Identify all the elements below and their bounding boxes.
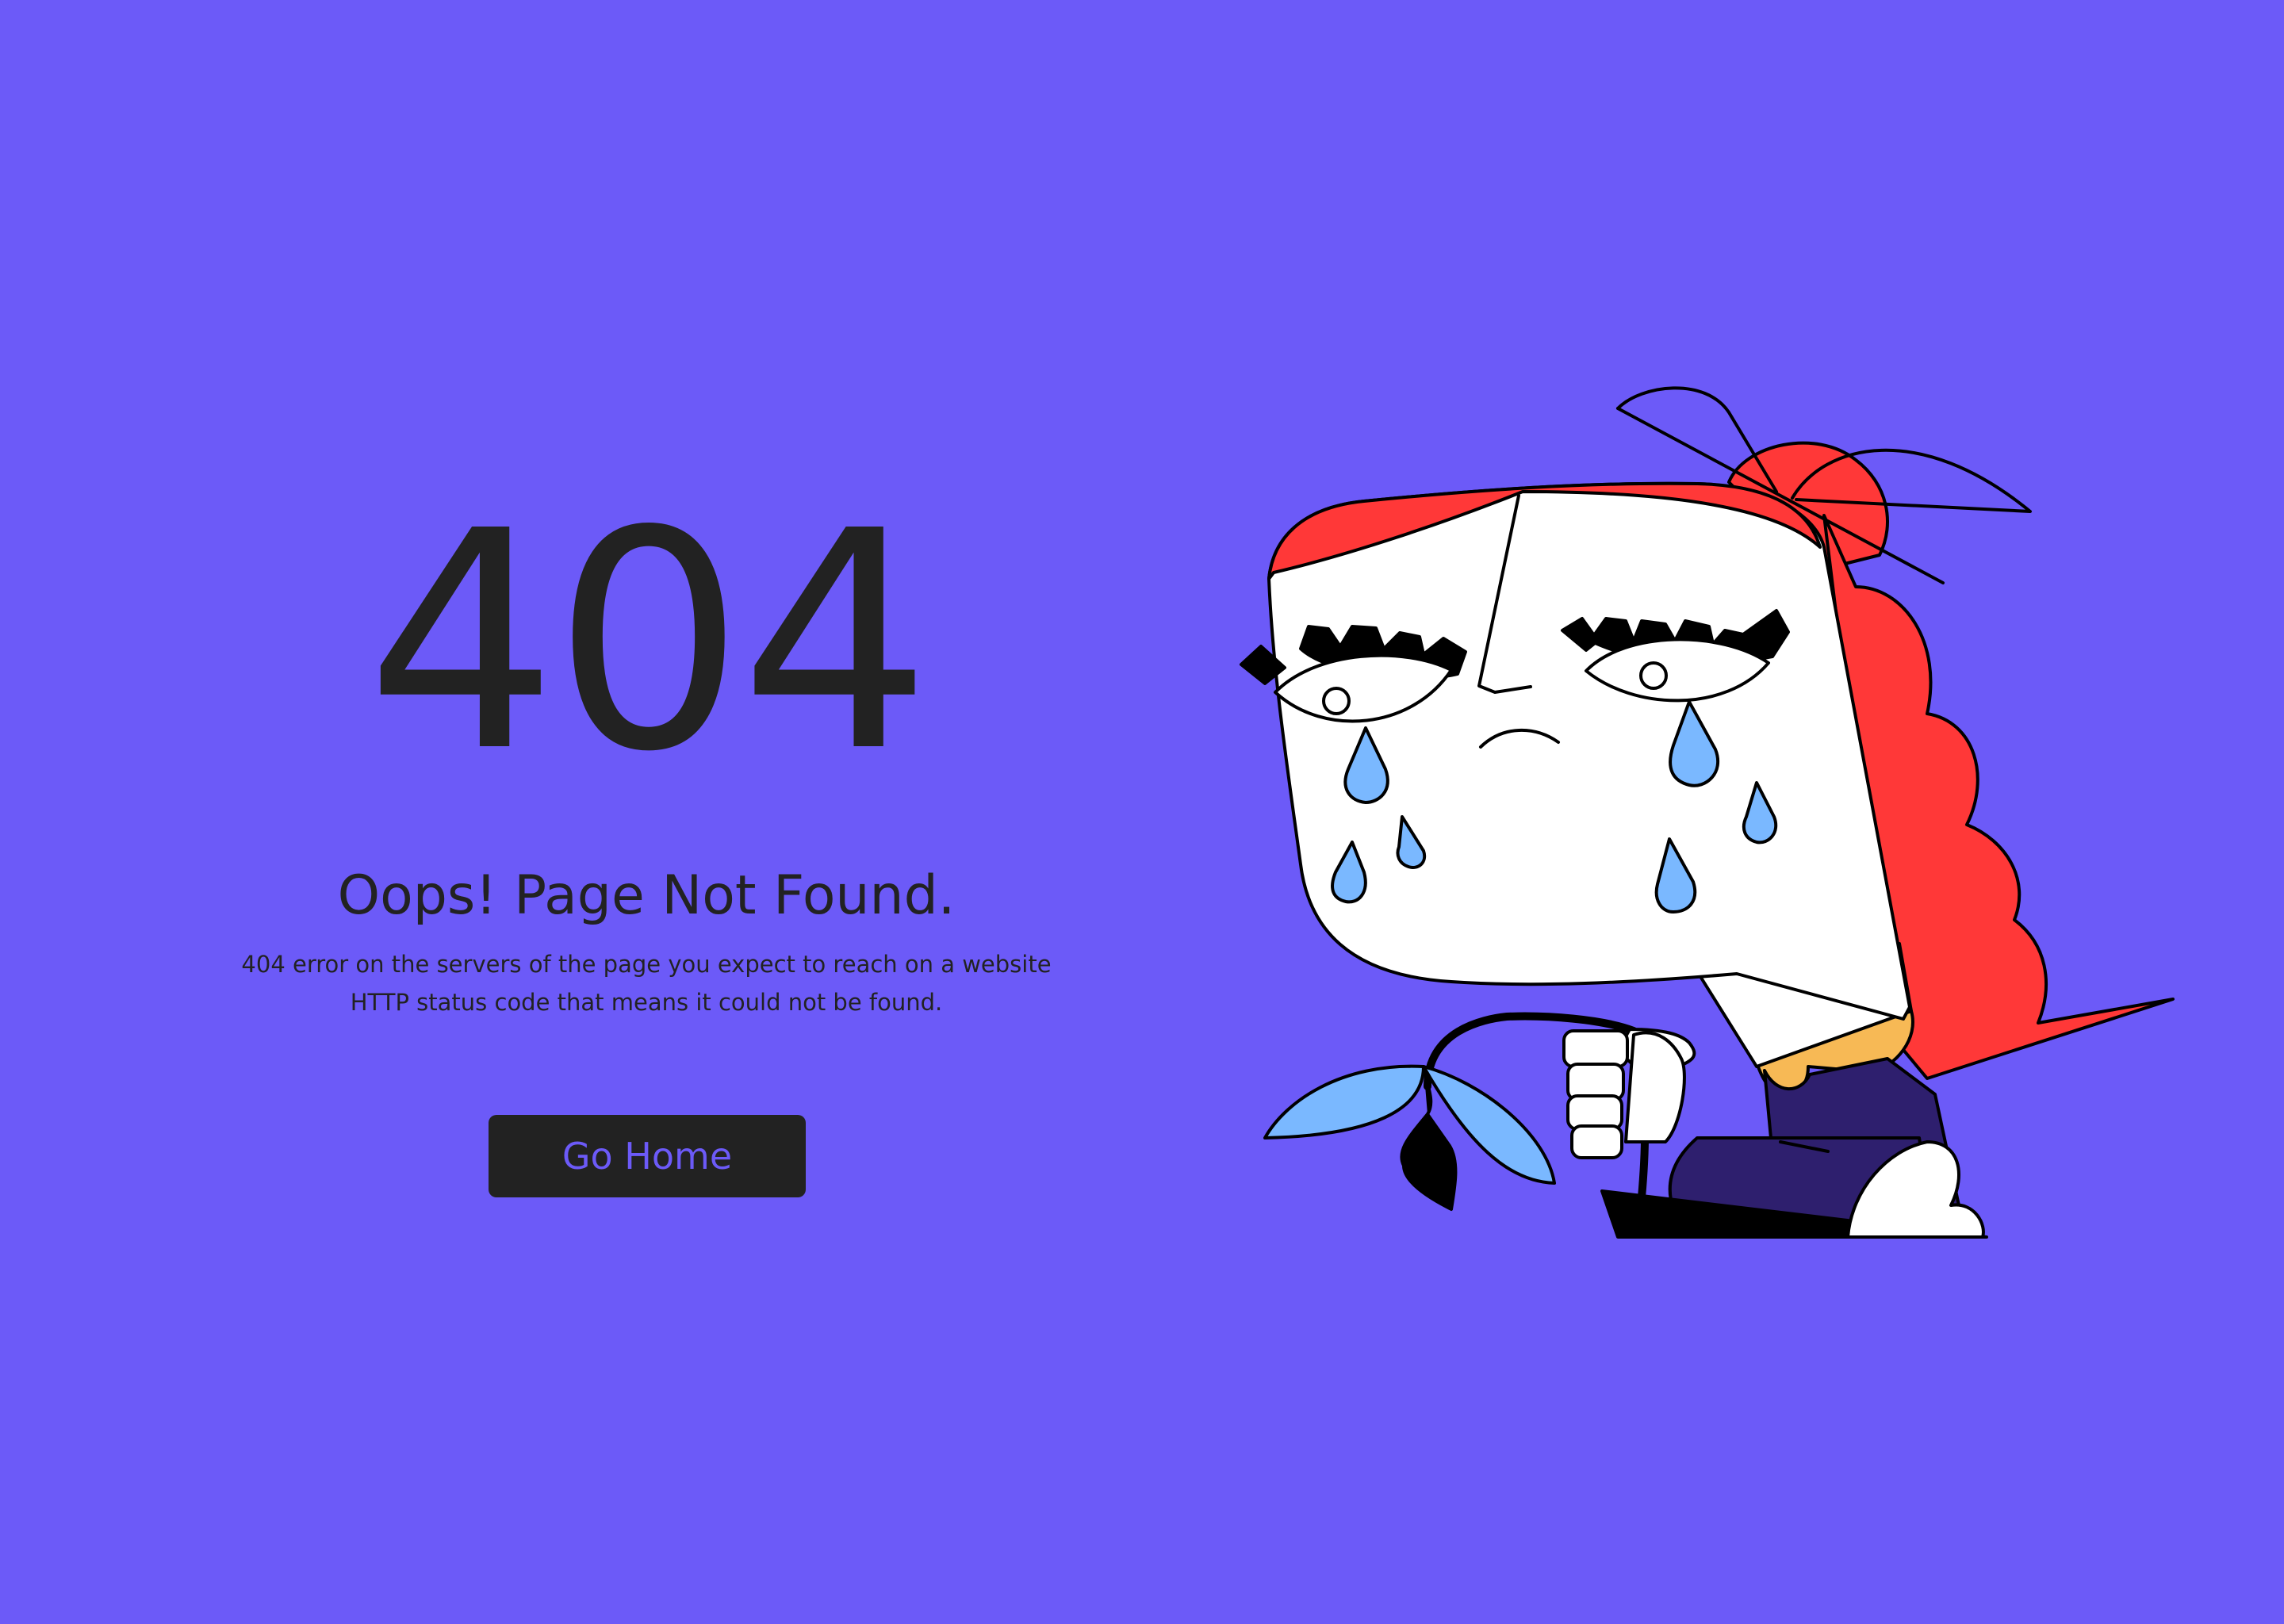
not-found-page: 404 Oops! Page Not Found. 404 error on t… [0, 0, 2284, 1624]
error-description-line: HTTP status code that means it could not… [350, 989, 943, 1016]
hand [1562, 1028, 1696, 1159]
crying-girl-illustration [1240, 386, 2175, 1239]
error-headline: Oops! Page Not Found. [337, 864, 956, 927]
wilted-flower [1263, 1064, 1556, 1211]
go-home-button[interactable]: Go Home [489, 1115, 806, 1197]
error-description-line: 404 error on the servers of the page you… [241, 951, 1052, 978]
error-code: 404 [366, 466, 931, 818]
error-description: 404 error on the servers of the page you… [159, 945, 1134, 1021]
